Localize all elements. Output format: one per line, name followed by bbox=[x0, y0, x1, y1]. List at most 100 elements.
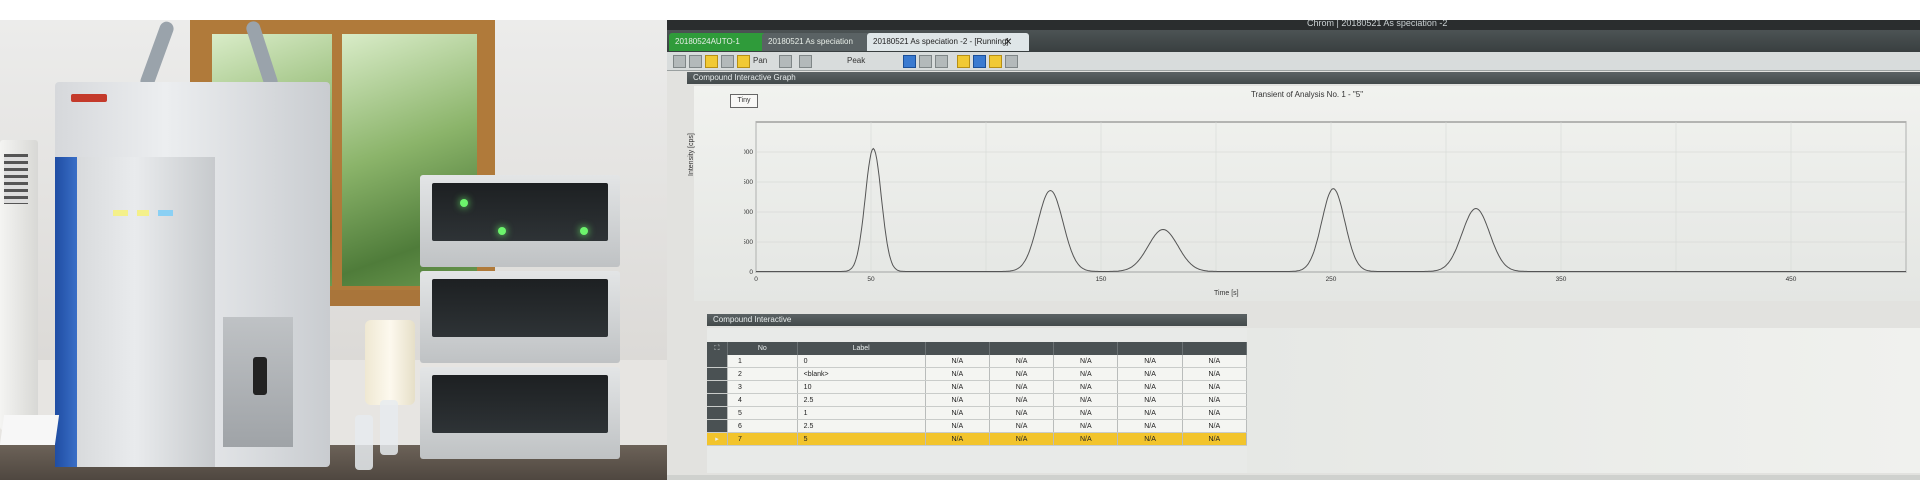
table-row[interactable]: 6 2.5 N/A N/A N/A N/A N/A bbox=[707, 419, 1248, 433]
solvent-bottle bbox=[365, 320, 415, 405]
x-tick-label: 50 bbox=[867, 276, 875, 283]
cell-no: 3 bbox=[727, 380, 798, 394]
row-selector[interactable] bbox=[707, 406, 728, 420]
cell-label[interactable]: 0 bbox=[797, 355, 926, 368]
document-tab-bar: 20180524AUTO-1 20180521 As speciation 20… bbox=[667, 30, 1920, 52]
ac-vent bbox=[4, 154, 28, 204]
overlay-tool-icon[interactable] bbox=[919, 55, 932, 68]
cell-value: N/A bbox=[1117, 419, 1183, 433]
cell-no: 5 bbox=[727, 406, 798, 420]
cell-value: N/A bbox=[989, 419, 1055, 433]
table-row[interactable]: ▸ 7 5 N/A N/A N/A N/A N/A bbox=[707, 432, 1248, 446]
refresh-tool-icon[interactable] bbox=[1005, 55, 1018, 68]
row-selector[interactable] bbox=[707, 380, 728, 394]
cell-label[interactable]: 2.5 bbox=[797, 419, 926, 433]
table-row[interactable]: 4 2.5 N/A N/A N/A N/A N/A bbox=[707, 393, 1248, 407]
y-tick-label: 1000 bbox=[744, 209, 753, 216]
cell-value: N/A bbox=[1182, 367, 1248, 381]
cell-value: N/A bbox=[1117, 355, 1183, 368]
x-tick-label: 450 bbox=[1786, 276, 1797, 283]
table-panel-header: Compound Interactive bbox=[707, 314, 1247, 326]
column-header[interactable] bbox=[1117, 342, 1183, 355]
y-tick-label: 500 bbox=[744, 239, 753, 246]
icp-ms-instrument bbox=[55, 82, 330, 467]
y-tick-label: 1500 bbox=[744, 179, 753, 186]
x-tick-label: 250 bbox=[1326, 276, 1337, 283]
y-tick-label: 2000 bbox=[744, 149, 753, 156]
export-tool-icon[interactable] bbox=[973, 55, 986, 68]
cell-value: N/A bbox=[1053, 393, 1119, 407]
fit-tool-icon[interactable] bbox=[779, 55, 792, 68]
marker-tool-icon[interactable] bbox=[957, 55, 970, 68]
table-row[interactable]: 5 1 N/A N/A N/A N/A N/A bbox=[707, 406, 1248, 420]
highlight-tool-icon[interactable] bbox=[705, 55, 718, 68]
chart-title: Transient of Analysis No. 1 - "5" bbox=[1250, 90, 1364, 99]
pan-button[interactable]: Pan bbox=[753, 55, 767, 66]
cell-label[interactable]: 10 bbox=[797, 380, 926, 394]
row-selector[interactable] bbox=[707, 355, 728, 368]
settings-tool-icon[interactable] bbox=[721, 55, 734, 68]
status-leds bbox=[113, 210, 173, 216]
instrument-logo bbox=[71, 94, 107, 102]
cell-value: N/A bbox=[1117, 406, 1183, 420]
cell-value: N/A bbox=[1053, 419, 1119, 433]
legend-tool-icon[interactable] bbox=[935, 55, 948, 68]
print-tool-icon[interactable] bbox=[989, 55, 1002, 68]
cell-label[interactable]: 2.5 bbox=[797, 393, 926, 407]
status-led bbox=[580, 227, 588, 235]
row-selector[interactable] bbox=[707, 419, 728, 433]
cell-value: N/A bbox=[989, 393, 1055, 407]
x-axis-title: Time [s] bbox=[1214, 290, 1239, 297]
sample-flask bbox=[355, 415, 373, 470]
cell-value: N/A bbox=[1053, 432, 1119, 446]
column-header[interactable] bbox=[925, 342, 990, 355]
x-tick-label: 150 bbox=[1096, 276, 1107, 283]
cell-value: N/A bbox=[1053, 406, 1119, 420]
tab-auto-1[interactable]: 20180524AUTO-1 bbox=[669, 33, 767, 51]
graph-panel-header: Compound Interactive Graph bbox=[687, 72, 1920, 84]
y-tick-label: 0 bbox=[749, 269, 753, 276]
window-title-bar: Chrom | 20180521 As speciation -2 bbox=[667, 20, 1920, 30]
table-row[interactable]: 3 10 N/A N/A N/A N/A N/A bbox=[707, 380, 1248, 394]
power-led bbox=[460, 199, 468, 207]
peak-button[interactable]: Peak bbox=[847, 55, 865, 66]
select-tool-icon[interactable] bbox=[673, 55, 686, 68]
cell-value: N/A bbox=[1182, 406, 1248, 420]
hplc-stack bbox=[420, 175, 620, 470]
x-tick-label: 0 bbox=[754, 276, 758, 283]
empty-panel-area bbox=[1247, 328, 1920, 473]
zoom-tool-icon[interactable] bbox=[689, 55, 702, 68]
column-header-no[interactable]: No bbox=[727, 342, 798, 355]
graph-tag-button[interactable]: Tiny bbox=[730, 94, 758, 108]
column-header[interactable] bbox=[1182, 342, 1248, 355]
column-header[interactable] bbox=[989, 342, 1055, 355]
tab-as-speciation[interactable]: 20180521 As speciation bbox=[762, 33, 874, 51]
pan-tool-icon[interactable] bbox=[737, 55, 750, 68]
cell-label[interactable]: 5 bbox=[797, 432, 926, 446]
table-row[interactable]: 1 0 N/A N/A N/A N/A N/A bbox=[707, 355, 1248, 368]
status-led bbox=[498, 227, 506, 235]
cell-value: N/A bbox=[1182, 432, 1248, 446]
door-handle bbox=[253, 357, 267, 395]
table-row[interactable]: 2 <blank> N/A N/A N/A N/A N/A bbox=[707, 367, 1248, 381]
column-header-label[interactable]: Label bbox=[797, 342, 926, 355]
table-corner: ⛶ bbox=[707, 342, 728, 355]
cell-no: 6 bbox=[727, 419, 798, 433]
row-selector[interactable] bbox=[707, 367, 728, 381]
screen-bottom-edge bbox=[667, 475, 1920, 480]
close-icon[interactable]: ✕ bbox=[1004, 37, 1012, 48]
cell-value: N/A bbox=[1117, 367, 1183, 381]
cell-label[interactable]: 1 bbox=[797, 406, 926, 420]
view-tool-icon[interactable] bbox=[903, 55, 916, 68]
cell-value: N/A bbox=[1117, 380, 1183, 394]
lab-instrument-photo bbox=[0, 20, 667, 480]
cell-value: N/A bbox=[1117, 393, 1183, 407]
row-selector[interactable] bbox=[707, 393, 728, 407]
cell-value: N/A bbox=[989, 367, 1055, 381]
cell-value: N/A bbox=[1182, 393, 1248, 407]
row-selector[interactable]: ▸ bbox=[707, 432, 728, 446]
column-header[interactable] bbox=[1053, 342, 1119, 355]
cell-label[interactable]: <blank> bbox=[797, 367, 926, 381]
cell-no: 2 bbox=[727, 367, 798, 381]
range-tool-icon[interactable] bbox=[799, 55, 812, 68]
